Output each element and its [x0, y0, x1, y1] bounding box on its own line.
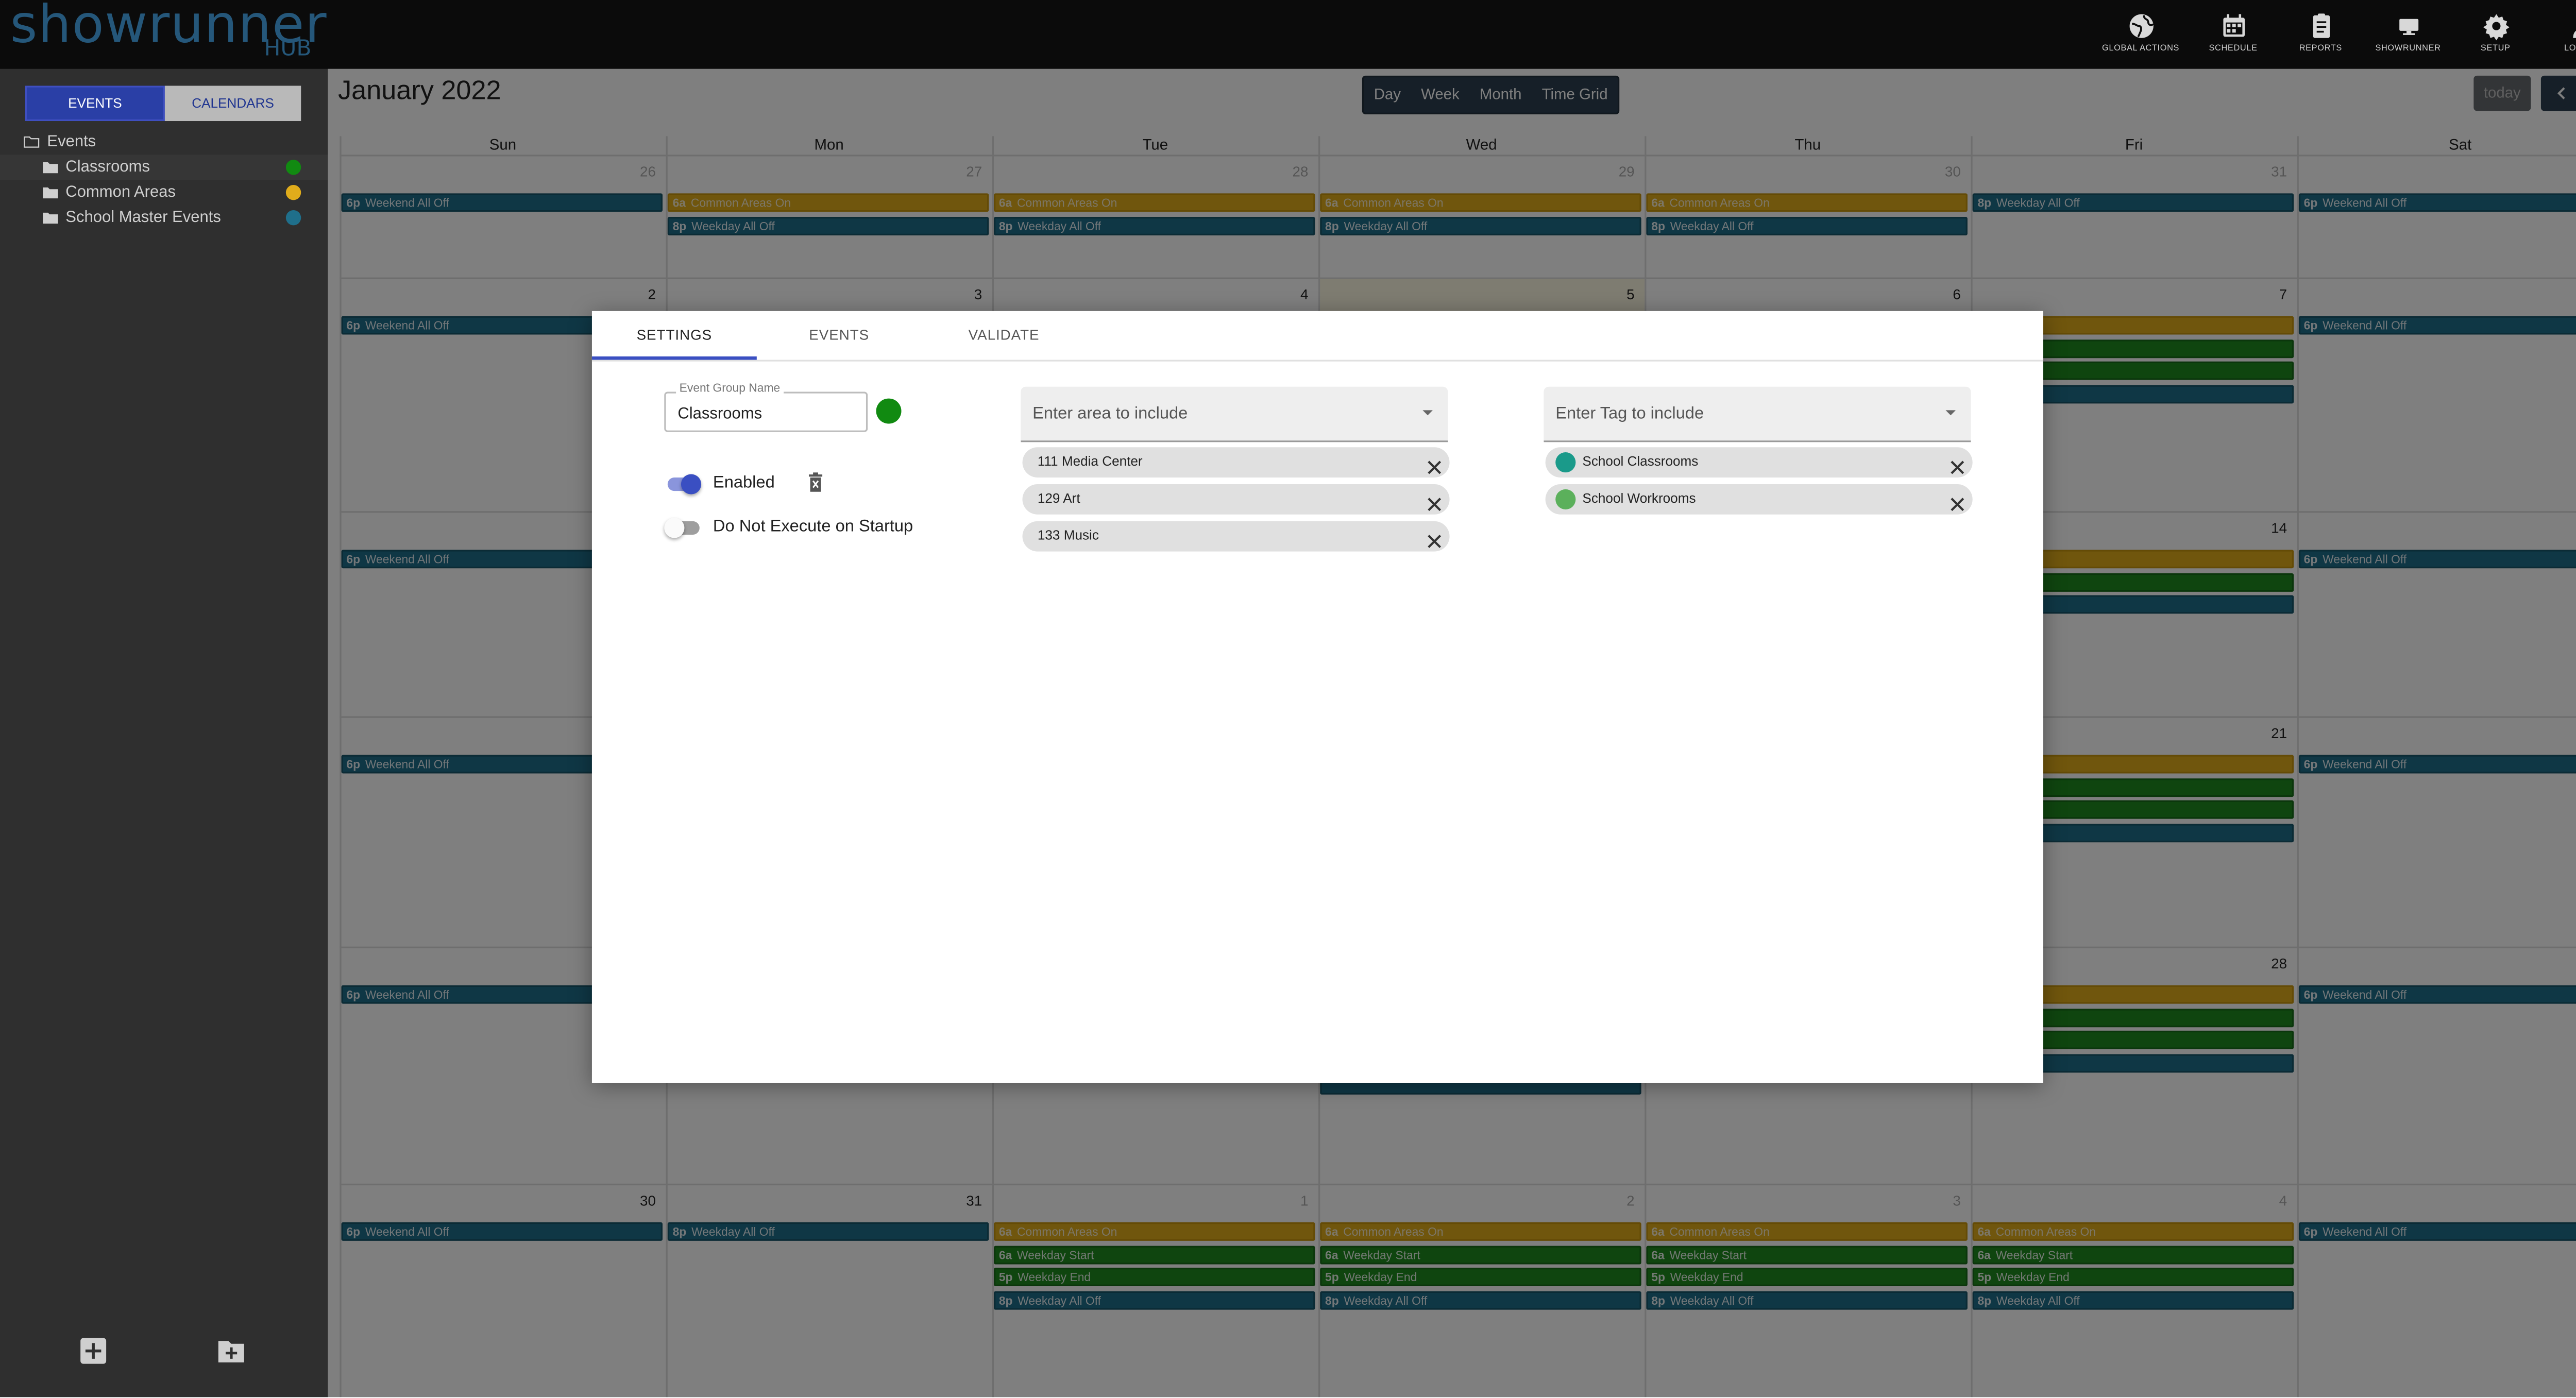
remove-chip-button[interactable] — [1426, 528, 1443, 548]
tag-chip: School Classrooms — [1545, 447, 1973, 478]
folder-icon — [43, 162, 58, 174]
no-startup-toggle[interactable] — [664, 516, 701, 540]
tree-item-school-master-events[interactable]: School Master Events — [0, 205, 328, 230]
chip-label: 129 Art — [1037, 491, 1080, 506]
sidebar-tabs: EVENTS CALENDARS — [25, 86, 301, 122]
nav-label: REPORTS — [2299, 43, 2342, 54]
nav-global-actions[interactable]: GLOBAL ACTIONS — [2092, 12, 2189, 62]
monitor-icon — [2398, 19, 2418, 35]
area-input[interactable] — [1032, 405, 1386, 424]
nav-label: SHOWRUNNER — [2375, 43, 2441, 54]
remove-chip-icon — [1428, 461, 1442, 474]
nav-label: SCHEDULE — [2209, 43, 2258, 54]
status-dot — [285, 185, 301, 200]
tab-calendars[interactable]: CALENDARS — [164, 86, 301, 122]
nav-showrunner[interactable]: SHOWRUNNER — [2364, 12, 2452, 62]
nav-label: LOGOUT — [2564, 43, 2576, 54]
folder-icon — [43, 212, 58, 224]
add-event-icon[interactable] — [79, 1337, 107, 1365]
tree-root-label: Events — [47, 132, 96, 151]
gear-icon — [2482, 14, 2509, 41]
dialog-tabs: SETTINGS EVENTS VALIDATE — [591, 311, 2043, 362]
event-group-name-field: Event Group Name — [664, 383, 868, 432]
area-chip: 111 Media Center — [1022, 447, 1450, 478]
enabled-toggle[interactable] — [664, 472, 702, 496]
nav-setup[interactable]: SETUP — [2452, 12, 2539, 62]
event-group-dialog: SETTINGS EVENTS VALIDATE Event Group Nam… — [591, 311, 2043, 1083]
area-chip: 133 Music — [1022, 521, 1450, 552]
event-group-name-input[interactable] — [677, 405, 855, 424]
tag-input[interactable] — [1555, 405, 1909, 424]
nav-schedule[interactable]: SCHEDULE — [2190, 12, 2277, 62]
tag-color-dot — [1555, 452, 1576, 473]
remove-chip-icon — [1951, 461, 1964, 474]
chip-label: School Workrooms — [1582, 491, 1696, 506]
folder-open-icon — [24, 136, 40, 148]
chip-label: 133 Music — [1037, 527, 1099, 543]
status-dot — [285, 210, 301, 226]
tab-events[interactable]: EVENTS — [25, 86, 165, 122]
tree-item-label: Common Areas — [65, 183, 176, 202]
calendar-icon — [2222, 14, 2244, 37]
globe-icon — [2128, 14, 2154, 38]
chip-label: School Classrooms — [1582, 454, 1699, 469]
nav-logout[interactable]: LOGOUT — [2539, 12, 2576, 62]
nav-reports[interactable]: REPORTS — [2277, 12, 2364, 62]
chip-label: 111 Media Center — [1037, 454, 1143, 469]
remove-chip-button[interactable] — [1949, 491, 1966, 512]
area-select[interactable] — [1021, 386, 1448, 442]
enabled-label: Enabled — [713, 474, 775, 493]
tree-item-classrooms[interactable]: Classrooms — [0, 155, 328, 180]
user-icon — [2572, 30, 2576, 38]
clipboard-icon — [2312, 13, 2329, 38]
tab-settings[interactable]: SETTINGS — [592, 311, 757, 360]
sidebar: EVENTS CALENDARS Events Classrooms Commo… — [0, 69, 328, 1397]
remove-chip-button[interactable] — [1949, 454, 1966, 474]
no-startup-label: Do Not Execute on Startup — [713, 518, 913, 537]
folder-icon — [43, 187, 58, 199]
remove-chip-icon — [1951, 498, 1964, 512]
nav-label: SETUP — [2480, 43, 2511, 54]
tag-chip: School Workrooms — [1545, 484, 1973, 515]
top-nav: GLOBAL ACTIONS SCHEDULE REPORTS SHOWRUNN… — [2092, 12, 2576, 62]
nav-label: GLOBAL ACTIONS — [2102, 43, 2180, 54]
toggle-knob — [664, 518, 685, 538]
tab-events[interactable]: EVENTS — [757, 311, 922, 360]
remove-chip-button[interactable] — [1426, 454, 1443, 474]
event-group-name-label: Event Group Name — [676, 383, 784, 396]
remove-chip-icon — [1428, 498, 1442, 512]
status-dot — [285, 160, 301, 175]
toggle-knob — [681, 474, 702, 495]
add-folder-icon[interactable] — [217, 1337, 245, 1365]
tab-validate[interactable]: VALIDATE — [922, 311, 1087, 360]
remove-chip-icon — [1428, 535, 1442, 548]
tag-select[interactable] — [1544, 386, 1971, 442]
tree-item-label: School Master Events — [65, 208, 221, 227]
event-tree: Events Classrooms Common Areas School Ma… — [0, 129, 328, 230]
remove-chip-button[interactable] — [1426, 491, 1443, 512]
area-chip: 129 Art — [1022, 484, 1450, 515]
tag-color-dot — [1555, 489, 1576, 509]
dropdown-arrow-icon — [1422, 410, 1433, 416]
tree-item-common-areas[interactable]: Common Areas — [0, 180, 328, 205]
top-bar: showrunner HUB GLOBAL ACTIONS SCHEDULE R… — [0, 0, 2576, 71]
tree-item-label: Classrooms — [65, 158, 150, 177]
dropdown-arrow-icon — [1945, 410, 1956, 416]
logo-subtext: HUB — [264, 37, 312, 62]
delete-icon[interactable] — [807, 472, 824, 492]
active-tab-indicator — [591, 356, 757, 360]
tree-root-events[interactable]: Events — [0, 129, 328, 155]
group-color-picker[interactable] — [876, 398, 902, 424]
